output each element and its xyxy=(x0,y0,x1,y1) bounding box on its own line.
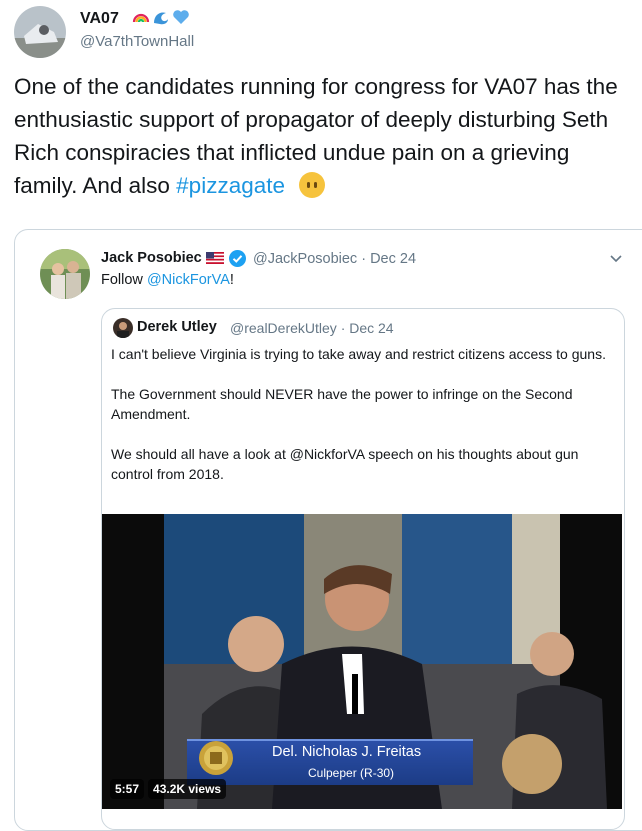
quoted-author-name[interactable]: Jack Posobiec xyxy=(101,250,202,266)
quoted-text-suffix: ! xyxy=(229,272,234,288)
us-flag-icon xyxy=(206,252,224,264)
nested-author-handle-date[interactable]: @realDerekUtley · Dec 24 xyxy=(230,320,394,336)
video-caption-district: Culpeper (R-30) xyxy=(308,766,395,780)
quoted-author-handle-date[interactable]: @JackPosobiec · Dec 24 xyxy=(253,251,416,267)
nested-author-name[interactable]: Derek Utley xyxy=(137,319,217,335)
tweet-header: VA07 @Va7thTownHall xyxy=(0,0,642,62)
tweet-text: One of the candidates running for congre… xyxy=(14,70,634,202)
verified-badge-icon xyxy=(229,250,246,267)
video-caption-name: Del. Nicholas J. Freitas xyxy=(272,744,422,760)
author-avatar[interactable] xyxy=(14,6,66,58)
hashtag-link[interactable]: #pizzagate xyxy=(176,173,285,198)
nested-author-avatar[interactable] xyxy=(113,318,133,338)
name-emojis xyxy=(132,8,190,26)
nested-quote-text: I can't believe Virginia is trying to ta… xyxy=(111,344,619,504)
quoted-tweet-text: Follow @NickForVA! xyxy=(101,272,234,288)
nested-paragraph: We should all have a look at @NickforVA … xyxy=(111,446,579,482)
nested-paragraph: I can't believe Virginia is trying to ta… xyxy=(111,346,606,362)
chevron-down-icon[interactable] xyxy=(608,250,624,266)
quoted-text-prefix: Follow xyxy=(101,272,147,288)
video-views: 43.2K views xyxy=(148,779,227,799)
face-without-mouth-icon xyxy=(299,172,326,198)
blue-heart-icon xyxy=(173,10,189,24)
quoted-author-avatar[interactable] xyxy=(40,249,90,299)
mention-link[interactable]: @NickForVA xyxy=(147,272,230,288)
author-handle[interactable]: @Va7thTownHall xyxy=(80,33,194,50)
author-display-name[interactable]: VA07 xyxy=(80,10,119,28)
nested-paragraph: The Government should NEVER have the pow… xyxy=(111,386,573,422)
seal-icon xyxy=(199,741,233,775)
wave-icon xyxy=(154,12,168,25)
video-info-badges: 5:57 43.2K views xyxy=(110,779,227,799)
video-duration: 5:57 xyxy=(110,779,145,799)
rainbow-icon xyxy=(132,13,150,23)
